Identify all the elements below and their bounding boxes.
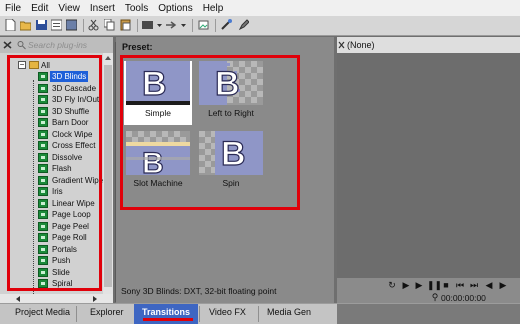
loop-icon[interactable]: ↻	[387, 280, 397, 290]
toolbar	[0, 16, 520, 36]
go-to-start-icon[interactable]: ⏮	[455, 280, 465, 290]
next-frame-icon[interactable]: ▶	[498, 280, 508, 290]
menu-help[interactable]: Help	[198, 3, 229, 14]
save-icon[interactable]	[36, 19, 47, 31]
cut-icon[interactable]	[88, 19, 99, 31]
copy-icon[interactable]	[104, 19, 115, 31]
menu-file[interactable]: File	[0, 3, 26, 14]
render-icon[interactable]	[66, 19, 77, 31]
tab-media-generators[interactable]: Media Gen	[267, 307, 311, 317]
play-icon[interactable]: ▶	[401, 280, 411, 290]
paste-icon[interactable]	[120, 19, 131, 31]
redo-dropdown-icon[interactable]	[180, 19, 187, 31]
tab-explorer[interactable]: Explorer	[90, 307, 124, 317]
panel-grip-icon[interactable]	[338, 40, 345, 50]
panel-grip-icon[interactable]	[3, 40, 12, 50]
redo-icon[interactable]	[166, 19, 177, 31]
tree-vertical-scrollbar[interactable]	[103, 53, 113, 303]
edit-tool-icon[interactable]	[238, 19, 249, 31]
bottom-tab-bar: Project Media Explorer Transitions Video…	[0, 303, 520, 324]
scroll-thumb[interactable]	[104, 65, 112, 287]
scroll-right-icon[interactable]	[91, 295, 99, 303]
undo-dropdown-icon[interactable]	[156, 19, 163, 31]
menu-view[interactable]: View	[53, 3, 85, 14]
preview-status-strip	[337, 304, 520, 324]
menu-insert[interactable]: Insert	[85, 3, 120, 14]
auto-ripple-icon[interactable]	[221, 19, 232, 31]
menu-tools[interactable]: Tools	[120, 3, 153, 14]
undo-icon[interactable]	[142, 19, 153, 31]
stop-icon[interactable]: ■	[441, 280, 451, 290]
previous-frame-icon[interactable]: ◀	[484, 280, 494, 290]
keyframe-marker-icon: ⚲	[431, 292, 439, 302]
pause-icon[interactable]: ❚❚	[427, 280, 442, 290]
search-icon	[17, 41, 26, 50]
timecode-display: 00:00:00:00	[441, 293, 486, 303]
preview-header: (None)	[337, 37, 520, 53]
tab-video-fx[interactable]: Video FX	[209, 307, 246, 317]
plugin-search-input[interactable]: Search plug-ins	[28, 40, 87, 50]
scroll-left-icon[interactable]	[14, 295, 22, 303]
menu-options[interactable]: Options	[153, 3, 197, 14]
open-folder-icon[interactable]	[20, 19, 31, 31]
snapshot-icon[interactable]	[198, 19, 209, 31]
plugin-search-row: Search plug-ins	[0, 37, 113, 53]
preset-dropdown[interactable]: (None)	[347, 40, 375, 50]
plugin-list-highlight-box	[7, 55, 102, 291]
preset-highlight-box	[120, 55, 300, 210]
menu-bar: File Edit View Insert Tools Options Help	[0, 0, 520, 16]
preview-panel: (None) ↻ ▶ ▶ ❚❚ ■ ⏮ ⏭ ◀ ▶ ⚲ 00:00:00:00	[337, 37, 520, 303]
go-to-end-icon[interactable]: ⏭	[469, 280, 479, 290]
transitions-tab-underline	[143, 318, 193, 321]
transport-controls: ↻ ▶ ▶ ❚❚ ■ ⏮ ⏭ ◀ ▶ ⚲ 00:00:00:00	[337, 278, 520, 303]
preset-label: Preset:	[122, 42, 153, 52]
scroll-up-icon[interactable]	[104, 54, 112, 62]
play-from-start-icon[interactable]: ▶	[414, 280, 424, 290]
tab-project-media[interactable]: Project Media	[15, 307, 70, 317]
new-file-icon[interactable]	[5, 19, 16, 31]
plugin-status-text: Sony 3D Blinds: DXT, 32-bit floating poi…	[121, 286, 277, 296]
properties-icon[interactable]	[51, 19, 62, 31]
menu-edit[interactable]: Edit	[26, 3, 53, 14]
tab-transitions[interactable]: Transitions	[142, 307, 190, 317]
